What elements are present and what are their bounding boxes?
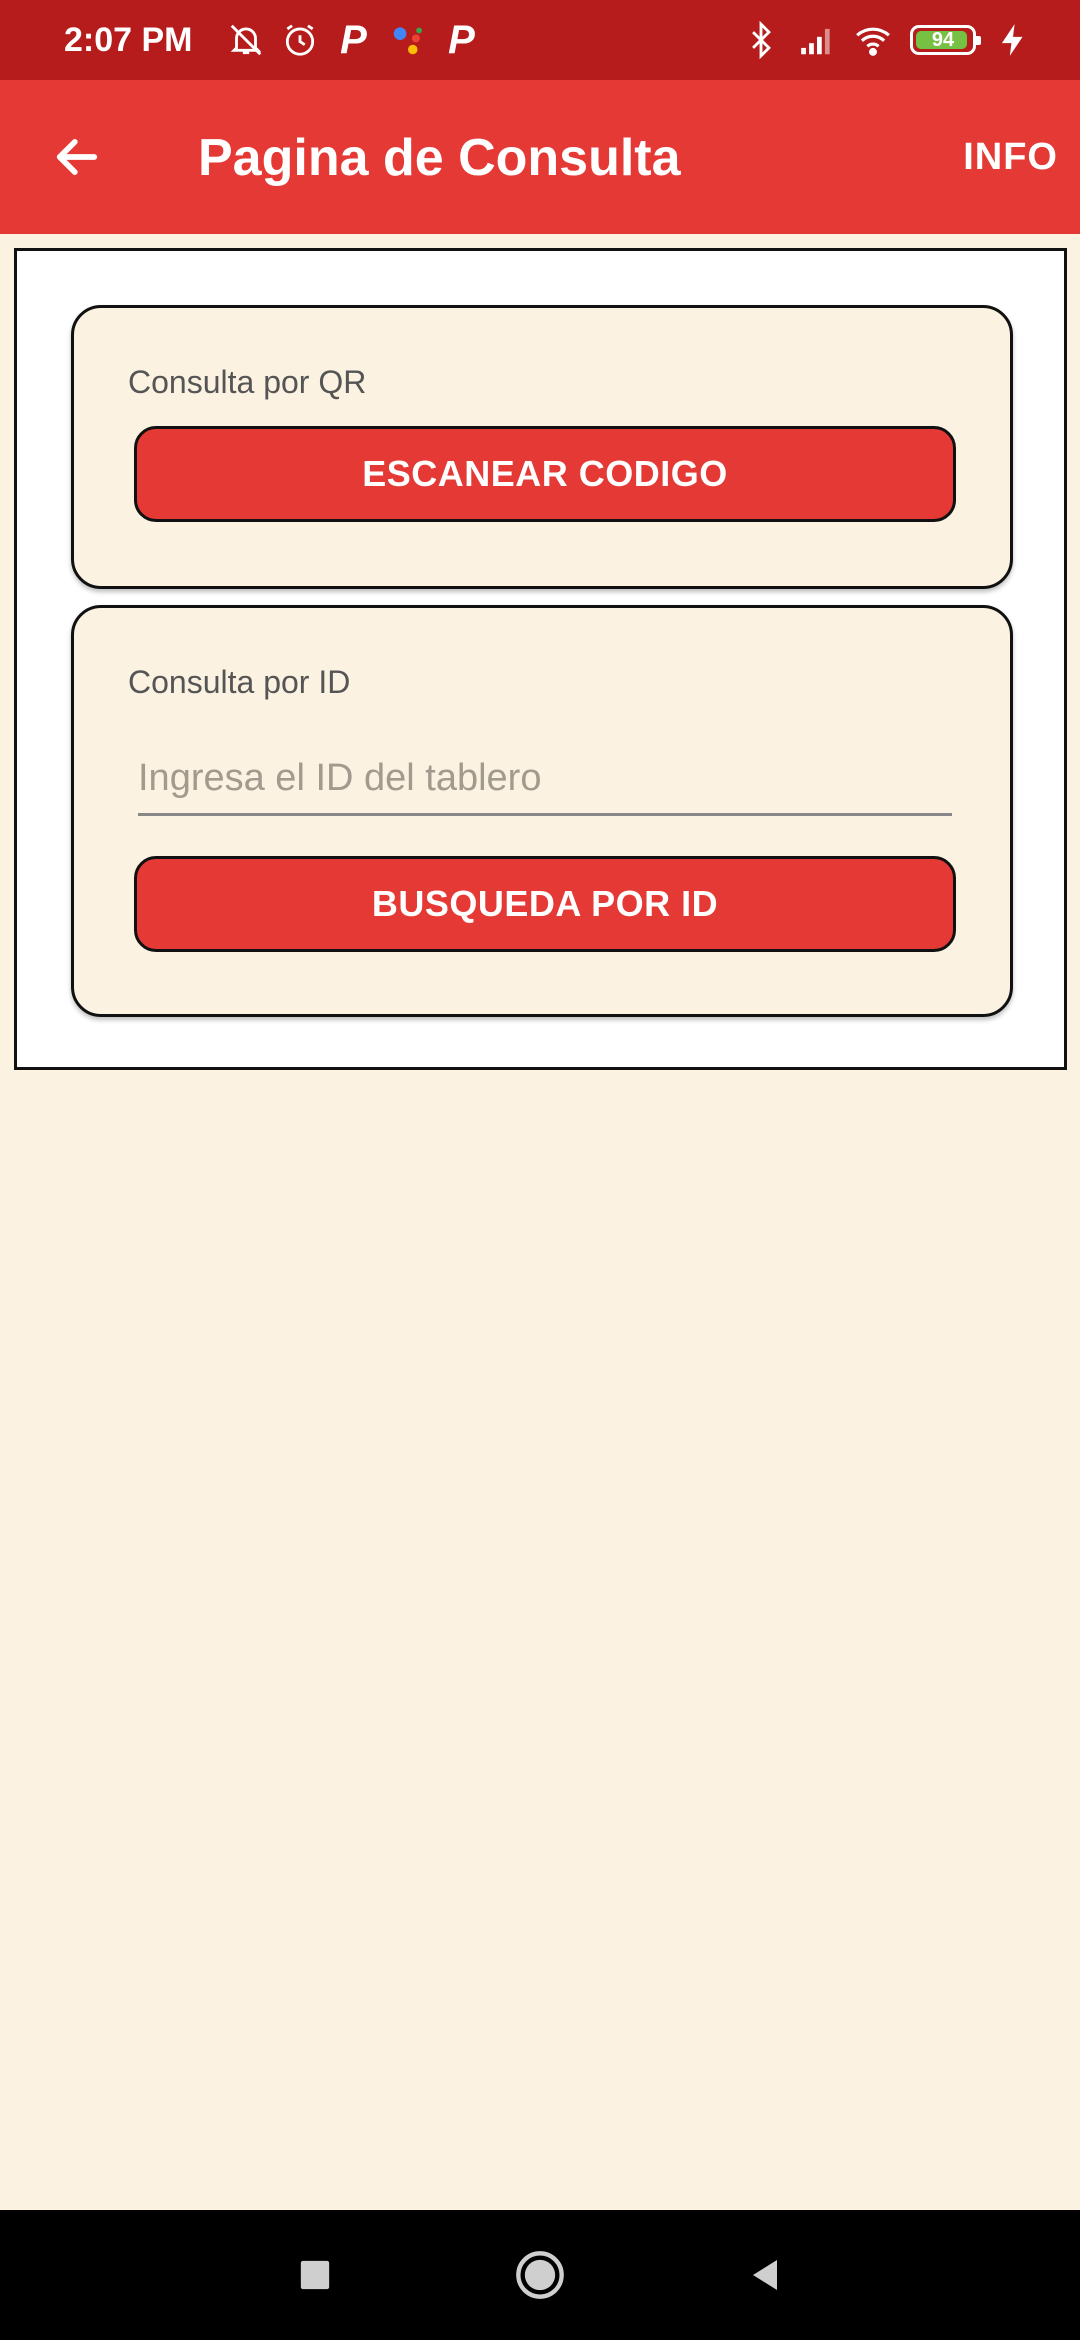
board-id-input[interactable] (138, 752, 952, 816)
battery-icon: 94 (910, 25, 981, 55)
qr-section-label: Consulta por QR (128, 364, 367, 400)
status-time: 2:07 PM (64, 20, 193, 59)
nav-bar (0, 2210, 1080, 2340)
home-icon (516, 2251, 564, 2299)
id-card: Consulta por ID BUSQUEDA POR ID (71, 605, 1013, 1017)
arrow-left-icon (56, 139, 98, 175)
p-app-icon: P (448, 18, 475, 62)
recent-apps-icon (300, 2260, 330, 2290)
status-left: 2:07 PM P P (64, 0, 481, 80)
back-button[interactable] (44, 124, 110, 190)
battery-level: 94 (931, 28, 955, 51)
battery-tip (976, 36, 981, 45)
p-app-icon: P (340, 18, 367, 62)
mute-notifications-icon (227, 20, 265, 60)
nav-back-button[interactable] (730, 2210, 800, 2340)
bluetooth-icon (742, 20, 780, 60)
alarm-icon (281, 20, 319, 60)
back-icon (753, 2260, 777, 2290)
search-by-id-button[interactable]: BUSQUEDA POR ID (134, 856, 956, 952)
status-right: 94 (742, 0, 1032, 80)
scan-code-button[interactable]: ESCANEAR CODIGO (134, 426, 956, 522)
content-panel: Consulta por QR ESCANEAR CODIGO Consulta… (14, 248, 1067, 1070)
status-bar: 2:07 PM P P 94 (0, 0, 1080, 80)
signal-icon (798, 20, 836, 60)
info-button[interactable]: INFO (963, 136, 1058, 179)
page-title: Pagina de Consulta (198, 129, 681, 187)
recent-apps-button[interactable] (280, 2210, 350, 2340)
wifi-icon (854, 20, 892, 60)
assistant-icon (389, 20, 427, 60)
id-section-label: Consulta por ID (128, 664, 351, 700)
qr-card: Consulta por QR ESCANEAR CODIGO (71, 305, 1013, 589)
app-bar: Pagina de Consulta INFO (0, 80, 1080, 234)
charging-icon (994, 20, 1032, 60)
home-button[interactable] (504, 2210, 576, 2340)
